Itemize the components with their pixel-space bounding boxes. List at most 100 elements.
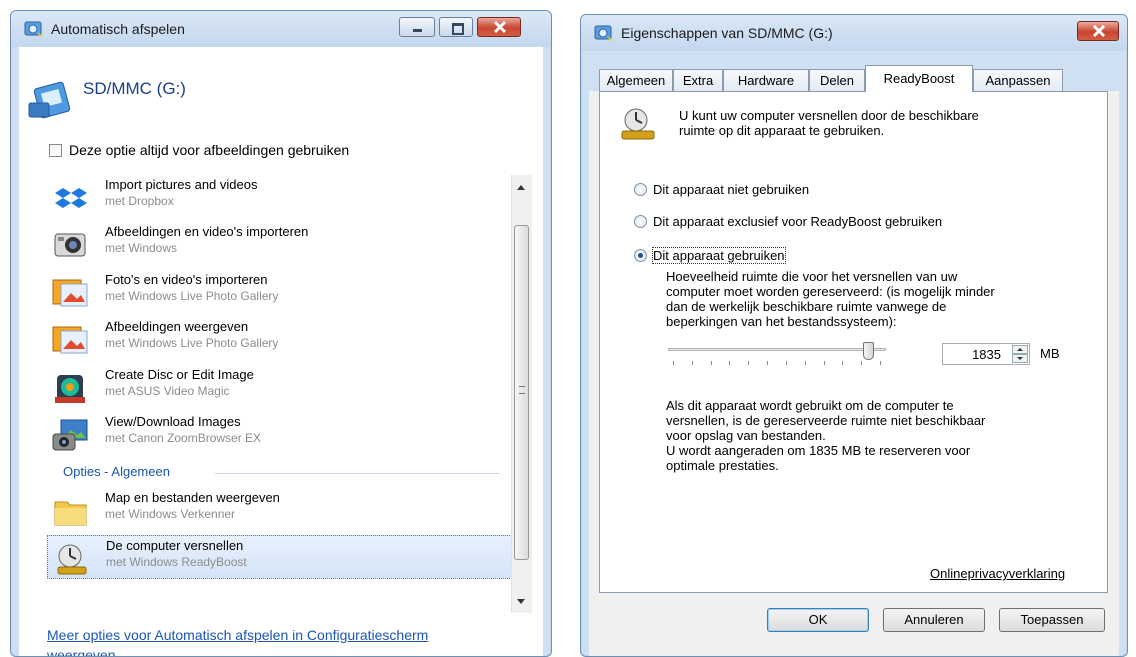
item-label: Import pictures and videos xyxy=(105,177,258,192)
autoplay-title: Automatisch afspelen xyxy=(51,21,185,37)
tab-readyboost[interactable]: ReadyBoost xyxy=(865,65,973,92)
radio-not-use-label[interactable]: Dit apparaat niet gebruiken xyxy=(653,182,809,197)
list-item[interactable]: Create Disc or Edit Image met ASUS Video… xyxy=(47,365,512,409)
readyboost-page: U kunt uw computer versnellen door de be… xyxy=(599,91,1108,593)
scroll-down-icon[interactable] xyxy=(517,599,525,604)
spin-up-icon xyxy=(1017,348,1023,351)
folder-icon xyxy=(54,501,87,526)
always-use-checkbox[interactable] xyxy=(49,144,62,157)
list-item[interactable]: Afbeeldingen en video's importeren met W… xyxy=(47,222,512,266)
spin-up-button[interactable] xyxy=(1012,345,1028,354)
space-line: computer moet worden gereserveerd: (is m… xyxy=(666,284,995,299)
list-item[interactable]: Import pictures and videos met Dropbox xyxy=(47,175,512,219)
more-options-link[interactable]: Meer opties voor Automatisch afspelen in… xyxy=(47,625,428,656)
ok-button[interactable]: OK xyxy=(767,608,869,632)
list-item[interactable]: Map en bestanden weergeven met Windows V… xyxy=(47,488,512,532)
slider-tick xyxy=(729,361,730,365)
item-label: Map en bestanden weergeven xyxy=(105,490,280,505)
list-item-selected[interactable]: De computer versnellen met Windows Ready… xyxy=(47,535,512,579)
slider-tick xyxy=(861,361,862,365)
item-label: Afbeeldingen en video's importeren xyxy=(105,224,309,239)
radio-use[interactable] xyxy=(634,249,647,262)
slider-tick xyxy=(842,361,843,365)
list-item[interactable]: Foto's en video's importeren met Windows… xyxy=(47,270,512,314)
list-item[interactable]: Afbeeldingen weergeven met Windows Live … xyxy=(47,317,512,361)
note-line: voor opslag van bestanden. xyxy=(666,428,826,443)
item-provider: met Windows Live Photo Gallery xyxy=(105,336,279,350)
note-line: optimale prestaties. xyxy=(666,458,779,473)
readyboost-icon xyxy=(621,108,655,140)
more-options-link-line1[interactable]: Meer opties voor Automatisch afspelen in… xyxy=(47,625,428,645)
space-slider[interactable] xyxy=(668,342,886,368)
note-line: U wordt aangeraden om 1835 MB te reserve… xyxy=(666,443,971,458)
readyboost-icon xyxy=(57,544,87,575)
space-description: Hoeveelheid ruimte die voor het versnell… xyxy=(666,269,995,329)
space-line: Hoeveelheid ruimte die voor het versnell… xyxy=(666,269,958,284)
slider-tick xyxy=(692,361,693,365)
dropbox-icon xyxy=(55,188,87,208)
maximize-icon xyxy=(452,23,464,35)
list-item[interactable]: View/Download Images met Canon ZoomBrows… xyxy=(47,412,512,456)
note-line: Als dit apparaat wordt gebruikt om de co… xyxy=(666,398,954,413)
close-icon xyxy=(493,20,507,34)
radio-exclusive-label[interactable]: Dit apparaat exclusief voor ReadyBoost g… xyxy=(653,214,942,229)
intro-line: ruimte op dit apparaat te gebruiken. xyxy=(679,123,885,138)
item-provider: met Windows Live Photo Gallery xyxy=(105,289,279,303)
properties-title: Eigenschappen van SD/MMC (G:) xyxy=(621,25,833,41)
always-use-label[interactable]: Deze optie altijd voor afbeeldingen gebr… xyxy=(69,142,349,158)
maximize-button[interactable] xyxy=(439,17,473,37)
slider-tick xyxy=(711,361,712,365)
slider-tick xyxy=(673,361,674,365)
item-label: Afbeeldingen weergeven xyxy=(105,319,249,334)
tab-algemeen[interactable]: Algemeen xyxy=(599,69,673,91)
slider-tick xyxy=(805,361,806,365)
slider-tick xyxy=(767,361,768,365)
spin-down-button[interactable] xyxy=(1012,354,1028,363)
tab-extra[interactable]: Extra xyxy=(673,69,723,91)
intro-text: U kunt uw computer versnellen door de be… xyxy=(679,108,979,138)
autoplay-titlebar[interactable]: Automatisch afspelen xyxy=(11,11,551,47)
apply-button[interactable]: Toepassen xyxy=(999,608,1105,632)
radio-use-label[interactable]: Dit apparaat gebruiken xyxy=(652,247,786,264)
note-text: Als dit apparaat wordt gebruikt om de co… xyxy=(666,398,985,473)
autoplay-icon xyxy=(24,21,43,37)
close-button[interactable] xyxy=(477,17,521,37)
more-options-link-line2[interactable]: weergeven xyxy=(47,645,428,656)
tab-hardware[interactable]: Hardware xyxy=(723,69,809,91)
autoplay-client: SD/MMC (G:) Deze optie altijd voor afbee… xyxy=(19,47,543,656)
item-label: View/Download Images xyxy=(105,414,241,429)
scroll-thumb[interactable] xyxy=(514,225,529,560)
properties-close-button[interactable] xyxy=(1077,21,1119,41)
slider-ticks xyxy=(668,361,886,366)
slider-thumb[interactable] xyxy=(863,342,874,360)
tab-delen[interactable]: Delen xyxy=(809,69,865,91)
zoombrowser-icon xyxy=(52,419,88,451)
space-spinbox[interactable]: 1835 xyxy=(942,343,1030,365)
item-provider: met Windows Verkenner xyxy=(105,507,236,521)
item-provider: met Windows xyxy=(105,241,178,255)
photo-gallery-icon xyxy=(52,279,88,307)
slider-track xyxy=(668,348,886,351)
privacy-link[interactable]: Onlineprivacyverklaring xyxy=(930,566,1065,581)
properties-window: Eigenschappen van SD/MMC (G:) Algemeen E… xyxy=(580,14,1128,657)
radio-exclusive[interactable] xyxy=(634,215,647,228)
item-provider: met ASUS Video Magic xyxy=(105,384,230,398)
camera-icon xyxy=(54,233,86,257)
intro-line: U kunt uw computer versnellen door de be… xyxy=(679,108,979,123)
autoplay-window: Automatisch afspelen SD/MMC (G:) Deze op… xyxy=(10,10,552,657)
item-provider: met Canon ZoomBrowser EX xyxy=(105,431,262,445)
radio-not-use[interactable] xyxy=(634,183,647,196)
minimize-button[interactable] xyxy=(399,17,435,37)
spin-value[interactable]: 1835 xyxy=(972,347,1001,362)
section-header: Opties - Algemeen xyxy=(63,464,170,479)
item-label: Create Disc or Edit Image xyxy=(105,367,254,382)
scroll-up-icon[interactable] xyxy=(517,185,525,190)
video-magic-icon xyxy=(55,375,85,403)
item-provider: met Dropbox xyxy=(105,194,174,208)
list-scrollbar[interactable] xyxy=(511,175,532,613)
properties-titlebar[interactable]: Eigenschappen van SD/MMC (G:) xyxy=(581,15,1127,51)
cancel-button[interactable]: Annuleren xyxy=(883,608,985,632)
tab-aanpassen[interactable]: Aanpassen xyxy=(973,69,1063,91)
photo-gallery-icon xyxy=(52,326,88,354)
minimize-icon xyxy=(413,29,422,32)
